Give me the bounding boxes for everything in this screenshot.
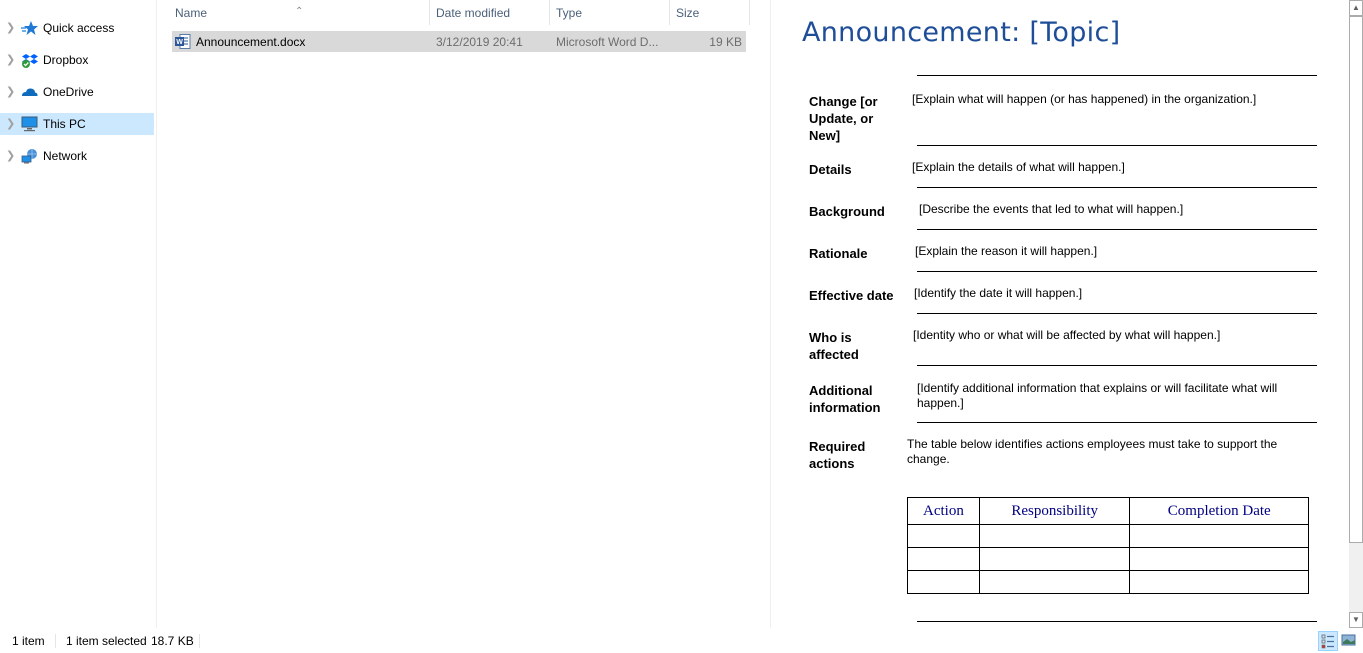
network-icon (21, 149, 37, 164)
navigation-pane: ❯ Quick access ❯ Dropbox ❯ OneDrive ❯ Th… (0, 0, 157, 628)
star-icon (21, 21, 38, 35)
field-label: Who is affected (809, 330, 859, 362)
column-divider[interactable] (749, 0, 750, 25)
field-value: [Explain the details of what will happen… (912, 160, 1125, 174)
column-header-date[interactable]: Date modified (430, 0, 550, 26)
table-cell (1129, 524, 1309, 548)
nav-item-label: Network (43, 149, 88, 163)
details-view-button[interactable] (1318, 631, 1338, 651)
divider-line (917, 271, 1317, 272)
divider-line (917, 187, 1317, 188)
selection-size: 18.7 KB (151, 634, 194, 648)
nav-item-label: Quick access (43, 21, 115, 35)
field-value: [Identify the date it will happen.] (914, 286, 1083, 300)
nav-item-dropbox[interactable]: ❯ Dropbox (0, 49, 154, 71)
divider-line (917, 313, 1317, 314)
field-label: Background (809, 204, 885, 219)
nav-item-label: OneDrive (43, 85, 94, 99)
field-label: Required actions (809, 439, 866, 471)
cloud-icon (22, 88, 38, 96)
scroll-up-button[interactable]: ▲ (1349, 0, 1363, 16)
table-cell (978, 547, 1131, 571)
file-size: 19 KB (709, 35, 742, 49)
large-icons-view-icon (1341, 634, 1356, 646)
field-value: [Explain what will happen (or has happen… (912, 92, 1257, 106)
file-name: Announcement.docx (196, 35, 306, 49)
divider-line (917, 422, 1317, 423)
computer-icon (21, 116, 38, 132)
chevron-right-icon[interactable]: ❯ (6, 149, 15, 162)
item-count: 1 item (12, 634, 45, 648)
file-row[interactable]: W Announcement.docx 3/12/2019 20:41 Micr… (172, 31, 746, 52)
table-row (907, 570, 1309, 594)
field-label: Additional information (809, 383, 881, 415)
field-label: Details (809, 162, 852, 177)
field-label: Effective date (809, 288, 894, 303)
column-header-name[interactable]: ⌃ Name (157, 0, 430, 26)
field-value: [Identity who or what will be affected b… (913, 328, 1221, 342)
nav-item-label: This PC (43, 117, 86, 131)
svg-text:W: W (176, 39, 183, 46)
divider-line (917, 365, 1317, 366)
status-separator (199, 634, 200, 648)
file-list: ⌃ Name Date modified Type Size W Announc… (157, 0, 769, 628)
status-bar: 1 item 1 item selected 18.7 KB (0, 628, 1363, 652)
nav-item-label: Dropbox (43, 53, 89, 67)
nav-item-network[interactable]: ❯ Network (0, 145, 154, 167)
table-cell (1129, 547, 1309, 571)
divider-line (917, 75, 1317, 76)
chevron-right-icon[interactable]: ❯ (6, 85, 15, 98)
word-doc-icon: W (175, 34, 191, 49)
table-row (907, 547, 1309, 571)
field-value: [Explain the reason it will happen.] (915, 244, 1098, 258)
file-date: 3/12/2019 20:41 (436, 35, 523, 49)
scroll-down-button[interactable]: ▼ (1349, 612, 1363, 628)
table-cell (907, 547, 980, 571)
file-type: Microsoft Word D... (556, 35, 659, 49)
table-cell (1129, 570, 1309, 594)
column-header-size[interactable]: Size (670, 0, 750, 26)
table-cell (907, 570, 980, 594)
table-header-responsibility: Responsibility (978, 497, 1131, 525)
dropbox-icon (22, 54, 38, 68)
details-view-icon (1321, 634, 1334, 649)
column-header-type[interactable]: Type (550, 0, 670, 26)
divider-line (917, 145, 1317, 146)
table-cell (907, 524, 980, 548)
field-value: [Identify additional information that ex… (917, 381, 1278, 410)
preview-scrollbar[interactable]: ▲ ▼ (1349, 0, 1363, 628)
table-cell (978, 570, 1131, 594)
selection-count: 1 item selected (66, 634, 147, 648)
chevron-right-icon[interactable]: ❯ (6, 53, 15, 66)
sort-ascending-icon: ⌃ (295, 6, 304, 17)
table-header-completion-date: Completion Date (1129, 497, 1309, 525)
divider-line (917, 229, 1317, 230)
table-cell (978, 524, 1131, 548)
field-label: Change [or Update, or New] (809, 94, 878, 143)
required-actions-table: Action Responsibility Completion Date (907, 497, 1309, 594)
scrollbar-thumb[interactable] (1349, 16, 1363, 543)
status-separator (55, 634, 56, 648)
table-row (907, 524, 1309, 548)
document-title: Announcement: [Topic] (802, 17, 1121, 48)
nav-item-quick-access[interactable]: ❯ Quick access (0, 17, 154, 39)
chevron-right-icon[interactable]: ❯ (6, 117, 15, 130)
field-value: [Describe the events that led to what wi… (919, 202, 1184, 216)
field-label: Rationale (809, 246, 868, 261)
chevron-right-icon[interactable]: ❯ (6, 21, 15, 34)
field-value: The table below identifies actions emplo… (907, 437, 1278, 466)
nav-item-this-pc[interactable]: ❯ This PC (0, 113, 154, 135)
divider-line (917, 621, 1317, 622)
nav-item-onedrive[interactable]: ❯ OneDrive (0, 81, 154, 103)
preview-pane: Announcement: [Topic] Change [or Update,… (770, 0, 1363, 628)
large-icons-view-button[interactable] (1340, 631, 1358, 649)
table-header-action: Action (907, 497, 980, 525)
